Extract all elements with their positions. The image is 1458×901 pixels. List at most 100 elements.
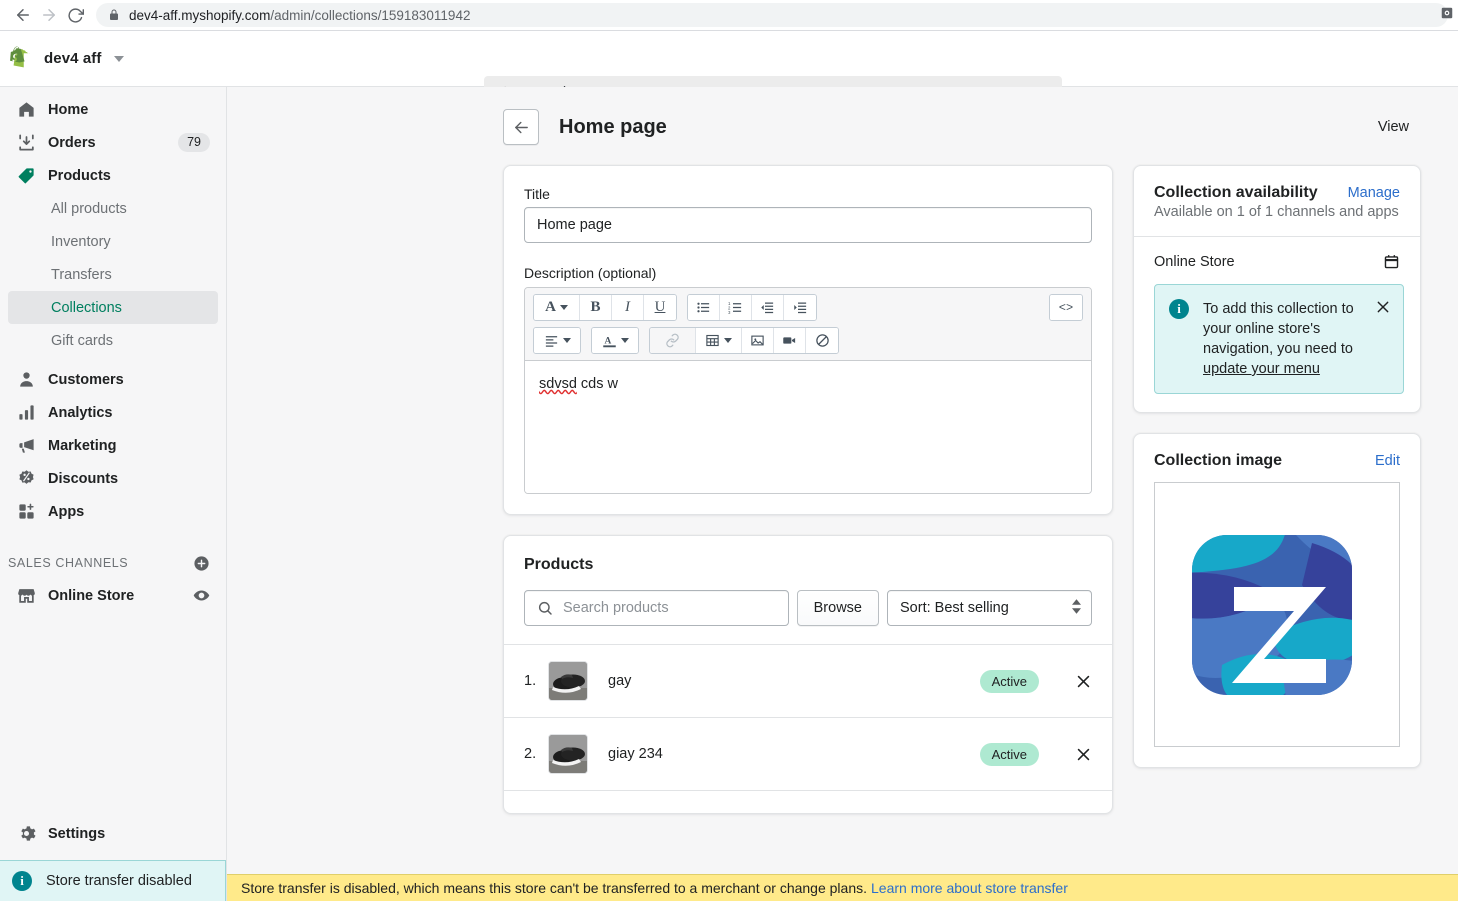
- text-color-button[interactable]: A: [592, 328, 638, 353]
- sidebar-item-label: Online Store: [48, 587, 135, 604]
- insert-image-button[interactable]: [742, 328, 774, 353]
- products-tag-icon: [16, 166, 36, 186]
- underline-button[interactable]: U: [644, 295, 676, 320]
- info-icon: i: [1169, 299, 1189, 319]
- status-badge: Active: [979, 669, 1039, 693]
- url-path: /admin/collections/159183011942: [270, 7, 471, 23]
- insert-table-button[interactable]: [696, 328, 742, 353]
- code-view-button[interactable]: <>: [1050, 295, 1082, 320]
- sidebar-item-all-products[interactable]: All products: [8, 192, 218, 225]
- sidebar-item-collections[interactable]: Collections: [8, 291, 218, 324]
- description-editor-body[interactable]: sdvsd cds w: [525, 361, 1091, 493]
- collection-image-card: Collection image Edit: [1133, 433, 1421, 768]
- sidebar-item-marketing[interactable]: Marketing: [8, 429, 218, 462]
- sidebar-item-customers[interactable]: Customers: [8, 363, 218, 396]
- row-index: 1.: [524, 673, 537, 689]
- rich-text-editor: A B I U 1 2 3 <> A sdvsd cds w: [524, 287, 1092, 494]
- info-icon: i: [12, 871, 32, 891]
- collection-image-title: Collection image: [1154, 452, 1283, 469]
- sidebar-item-transfers[interactable]: Transfers: [8, 258, 218, 291]
- collection-image-frame[interactable]: [1154, 482, 1400, 747]
- store-transfer-note[interactable]: i Store transfer disabled: [0, 860, 226, 901]
- view-button[interactable]: View: [1378, 119, 1409, 135]
- add-sales-channel-icon[interactable]: [193, 555, 210, 572]
- products-card: Products Search products Browse Sort: Be…: [503, 535, 1113, 814]
- page-title: Home page: [559, 115, 667, 138]
- edit-image-link[interactable]: Edit: [1375, 453, 1400, 469]
- sidebar-item-analytics[interactable]: Analytics: [8, 396, 218, 429]
- lock-icon: [108, 9, 120, 21]
- svg-text:A: A: [604, 336, 611, 346]
- subnav-label: Collections: [51, 299, 122, 316]
- customers-icon: [16, 370, 36, 390]
- subnav-label: Gift cards: [51, 332, 114, 349]
- store-switcher[interactable]: dev4 aff: [0, 39, 124, 79]
- description-field-label: Description (optional): [524, 265, 657, 281]
- sort-select[interactable]: Sort: Best selling: [887, 590, 1092, 626]
- product-thumbnail: [548, 734, 588, 774]
- sidebar-item-inventory[interactable]: Inventory: [8, 225, 218, 258]
- browser-back-icon[interactable]: [10, 2, 36, 28]
- clear-formatting-button[interactable]: [806, 328, 838, 353]
- calendar-icon[interactable]: [1383, 253, 1400, 270]
- editor-color-group: A: [591, 327, 639, 354]
- sales-channels-header: SALES CHANNELS: [8, 549, 210, 577]
- bold-button[interactable]: B: [580, 295, 612, 320]
- insert-video-button[interactable]: [774, 328, 806, 353]
- format-text-button[interactable]: A: [534, 295, 580, 320]
- indent-button[interactable]: [784, 295, 816, 320]
- learn-more-store-transfer-link[interactable]: Learn more about store transfer: [871, 880, 1068, 896]
- sidebar-item-label: Customers: [48, 371, 124, 388]
- editor-toolbar: A B I U 1 2 3 <> A: [525, 288, 1091, 361]
- discounts-icon: [16, 469, 36, 489]
- preview-eye-icon[interactable]: [193, 587, 210, 604]
- insert-link-button: [650, 328, 696, 353]
- sidebar-item-label: Analytics: [48, 404, 113, 421]
- product-search-input[interactable]: Search products: [524, 590, 789, 626]
- products-heading: Products: [524, 556, 594, 573]
- store-transfer-banner-text: Store transfer is disabled, which means …: [241, 880, 867, 896]
- align-button[interactable]: [534, 328, 580, 353]
- url-bar[interactable]: dev4-aff.myshopify.com/admin/collections…: [96, 3, 1448, 27]
- browser-forward-icon[interactable]: [36, 2, 62, 28]
- browse-button[interactable]: Browse: [796, 590, 879, 626]
- sidebar-item-orders[interactable]: Orders 79: [8, 126, 218, 159]
- product-name[interactable]: gay: [608, 673, 980, 689]
- sidebar-item-settings[interactable]: Settings: [8, 817, 218, 850]
- sidebar-item-apps[interactable]: Apps: [8, 495, 218, 528]
- sales-channels-heading: SALES CHANNELS: [8, 556, 129, 570]
- sidebar-item-home[interactable]: Home: [8, 93, 218, 126]
- sidebar-nav: Home Orders 79 Products All products Inv…: [0, 87, 227, 901]
- numbered-list-button[interactable]: 123: [720, 295, 752, 320]
- manage-link[interactable]: Manage: [1348, 185, 1400, 201]
- remove-product-icon[interactable]: [1075, 673, 1092, 690]
- product-thumbnail: [548, 661, 588, 701]
- close-icon[interactable]: [1375, 299, 1391, 379]
- update-your-menu-link[interactable]: update your menu: [1203, 361, 1320, 377]
- product-search-placeholder: Search products: [563, 600, 669, 616]
- sidebar-item-discounts[interactable]: Discounts: [8, 462, 218, 495]
- sidebar-item-products[interactable]: Products: [8, 159, 218, 192]
- admin-topbar: dev4 aff Search: [0, 31, 1458, 110]
- back-button[interactable]: [503, 109, 539, 145]
- back-arrow-icon: [514, 121, 528, 133]
- sidebar-item-gift-cards[interactable]: Gift cards: [8, 324, 218, 357]
- italic-button[interactable]: I: [612, 295, 644, 320]
- store-transfer-banner: Store transfer is disabled, which means …: [227, 874, 1458, 901]
- sidebar-item-label: Apps: [48, 503, 85, 520]
- title-input[interactable]: [524, 207, 1092, 243]
- extension-icon[interactable]: [1438, 4, 1456, 22]
- outdent-button[interactable]: [752, 295, 784, 320]
- browser-reload-icon[interactable]: [62, 2, 88, 28]
- bullet-list-button[interactable]: [688, 295, 720, 320]
- online-store-icon: [16, 586, 36, 606]
- page-header: Home page View: [227, 87, 1458, 165]
- availability-subtitle: Available on 1 of 1 channels and apps: [1154, 204, 1399, 220]
- sidebar-item-label: Orders: [48, 134, 96, 151]
- sidebar-item-online-store[interactable]: Online Store: [8, 579, 218, 612]
- remove-product-icon[interactable]: [1075, 746, 1092, 763]
- product-name[interactable]: giay 234: [608, 746, 980, 762]
- sidebar-item-label: Marketing: [48, 437, 117, 454]
- table-row: 2. giay 234 Active: [504, 718, 1112, 790]
- editor-list-group: 123: [687, 294, 817, 321]
